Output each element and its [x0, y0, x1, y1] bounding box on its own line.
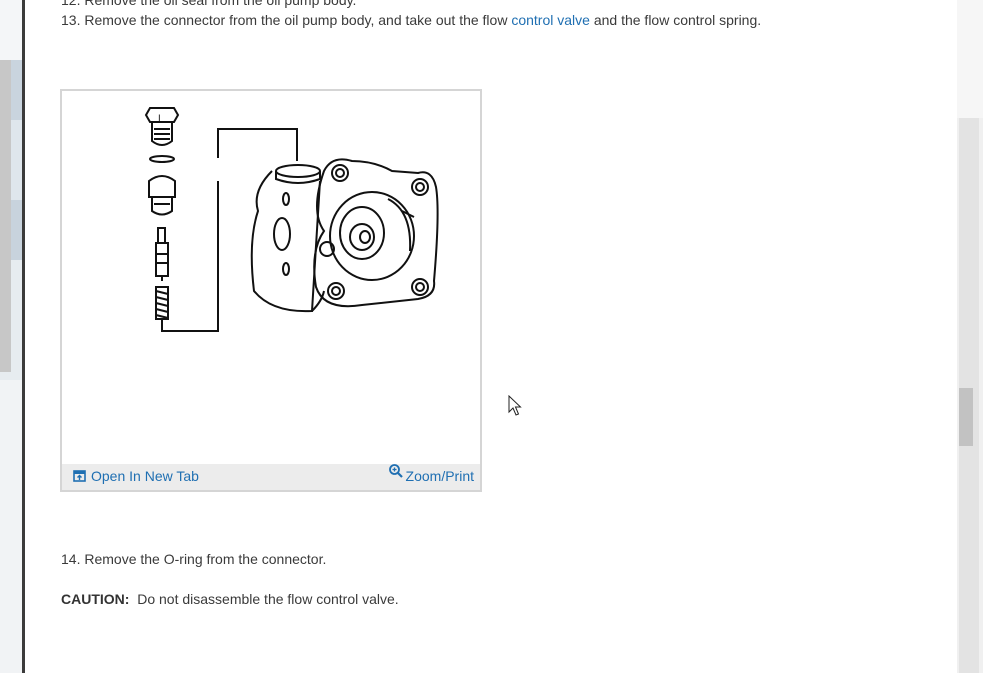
step-12: 12. Remove the oil seal from the oil pum… [61, 0, 357, 8]
zoom-print-label: Zoom/Print [405, 468, 474, 484]
open-in-new-tab-button[interactable]: Open In New Tab [73, 468, 199, 484]
figure-frame: J Open In New Tab Zoom/Print [60, 89, 482, 492]
scrollbar-thumb[interactable] [959, 388, 973, 446]
step-13-text: 13. Remove the connector from the oil pu… [61, 12, 512, 28]
figure-toolbar: Open In New Tab Zoom/Print [62, 464, 480, 490]
magnifier-zoom-icon [388, 464, 403, 478]
svg-text:J: J [157, 114, 161, 124]
open-in-new-tab-label: Open In New Tab [91, 468, 199, 484]
vertical-scrollbar[interactable] [957, 0, 983, 673]
document-page: 12. Remove the oil seal from the oil pum… [25, 0, 957, 673]
background-scrollbar [0, 60, 11, 372]
background-window [0, 0, 22, 673]
caution-note: CAUTION: Do not disassemble the flow con… [61, 590, 399, 608]
oil-pump-exploded-diagram: J [144, 107, 439, 332]
caution-label: CAUTION: [61, 591, 130, 607]
scrollbar-top-region [957, 0, 983, 118]
caution-text: Do not disassemble the flow control valv… [137, 591, 399, 607]
open-in-new-tab-icon [73, 470, 86, 482]
control-valve-link[interactable]: control valve [511, 12, 590, 28]
mouse-pointer-icon [508, 395, 522, 416]
step-13-text-end: and the flow control spring. [589, 12, 762, 28]
step-13: 13. Remove the connector from the oil pu… [61, 11, 761, 29]
zoom-print-button[interactable]: Zoom/Print [388, 464, 474, 484]
step-14: 14. Remove the O-ring from the connector… [61, 551, 327, 567]
